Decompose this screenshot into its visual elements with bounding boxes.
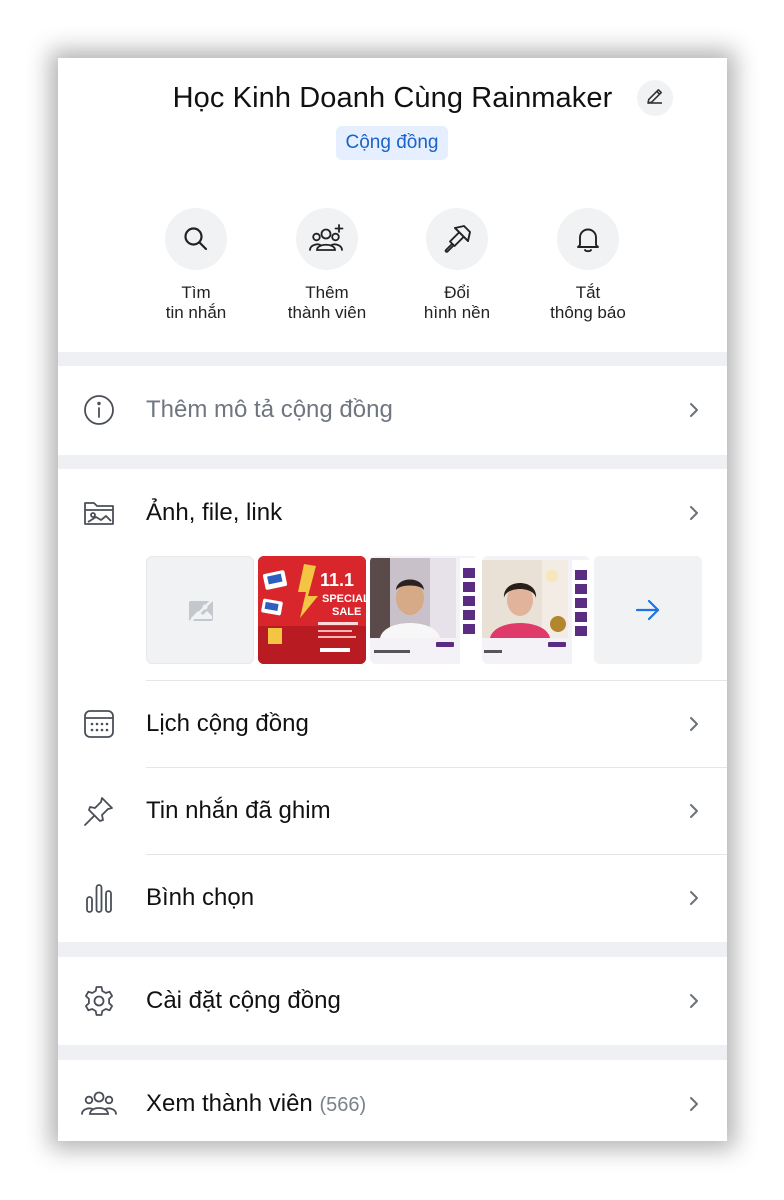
media-thumbnail[interactable] [370,556,478,664]
row-label: Tin nhắn đã ghim [146,797,331,824]
poll-icon [80,880,118,916]
section-separator [58,942,727,957]
section-separator [58,352,727,366]
pinned-messages-row[interactable]: Tin nhắn đã ghim [58,768,727,854]
action-label: Tắt [575,283,601,302]
group-info-panel: Học Kinh Doanh Cùng Rainmaker Cộng đồng … [58,58,727,1141]
poll-row[interactable]: Bình chọn [58,855,727,941]
pencil-icon [645,86,665,111]
promo-image: 11.1 SPECIAL SALE [258,556,366,664]
media-thumbnail[interactable]: 11.1 SPECIAL SALE [258,556,366,664]
chevron-right-icon [690,403,698,417]
svg-text:11.1: 11.1 [320,570,354,590]
search-icon [165,208,227,270]
svg-text:SPECIAL: SPECIAL [322,593,366,605]
member-count: (566) [319,1094,367,1116]
action-label: Tìm [181,283,211,302]
see-all-media-button[interactable] [594,556,702,664]
bell-icon [557,208,619,270]
media-thumbnail[interactable] [146,556,254,664]
arrow-right-icon [635,599,660,621]
paint-brush-icon [426,208,488,270]
mute-notifications-button[interactable]: Tắt thông báo [523,208,653,323]
photo-folder-icon [80,495,118,531]
video-call-screenshot [370,556,478,664]
video-call-screenshot [482,556,590,664]
action-label: tin nhắn [165,303,227,322]
section-separator [58,1045,727,1060]
row-label: Xem thành viên (566) [146,1061,366,1141]
row-label: Cài đặt cộng đồng [146,987,341,1014]
action-label: thành viên [287,303,367,322]
change-background-button[interactable]: Đổi hình nền [392,208,522,323]
media-thumbnails: 11.1 SPECIAL SALE [146,556,702,664]
chevron-right-icon [690,804,698,818]
action-label: hình nền [423,303,491,322]
row-label: Bình chọn [146,884,255,911]
chevron-right-icon [690,1097,698,1111]
section-separator [58,455,727,469]
row-label: Ảnh, file, link [146,499,283,526]
members-label: Xem thành viên [146,1090,313,1117]
add-description-row[interactable]: Thêm mô tả cộng đồng [58,367,727,453]
community-calendar-row[interactable]: Lịch cộng đồng [58,681,727,767]
chevron-right-icon [690,994,698,1008]
community-badge: Cộng đồng [336,126,448,160]
gear-icon [80,983,118,1019]
image-placeholder-icon [189,599,213,623]
header: Học Kinh Doanh Cùng Rainmaker [58,80,727,120]
view-members-row[interactable]: Xem thành viên (566) [58,1061,727,1141]
pin-icon [80,793,118,829]
chevron-right-icon [690,717,698,731]
chevron-right-icon [690,506,698,520]
svg-text:SALE: SALE [332,606,361,618]
media-thumbnail[interactable] [482,556,590,664]
add-member-icon [296,208,358,270]
row-label: Lịch cộng đồng [146,710,309,737]
search-messages-button[interactable]: Tìm tin nhắn [131,208,261,323]
action-label: Đổi [444,283,470,302]
media-files-links-row[interactable]: Ảnh, file, link [58,470,727,556]
info-icon [80,392,118,428]
members-icon [80,1086,118,1122]
action-label: thông báo [550,303,626,322]
calendar-icon [80,706,118,742]
action-label: Thêm [305,283,349,302]
add-member-button[interactable]: Thêm thành viên [262,208,392,323]
chevron-right-icon [690,891,698,905]
row-label: Thêm mô tả cộng đồng [146,396,393,423]
community-settings-row[interactable]: Cài đặt cộng đồng [58,958,727,1044]
group-title: Học Kinh Doanh Cùng Rainmaker [172,82,613,114]
edit-name-button[interactable] [637,80,673,116]
